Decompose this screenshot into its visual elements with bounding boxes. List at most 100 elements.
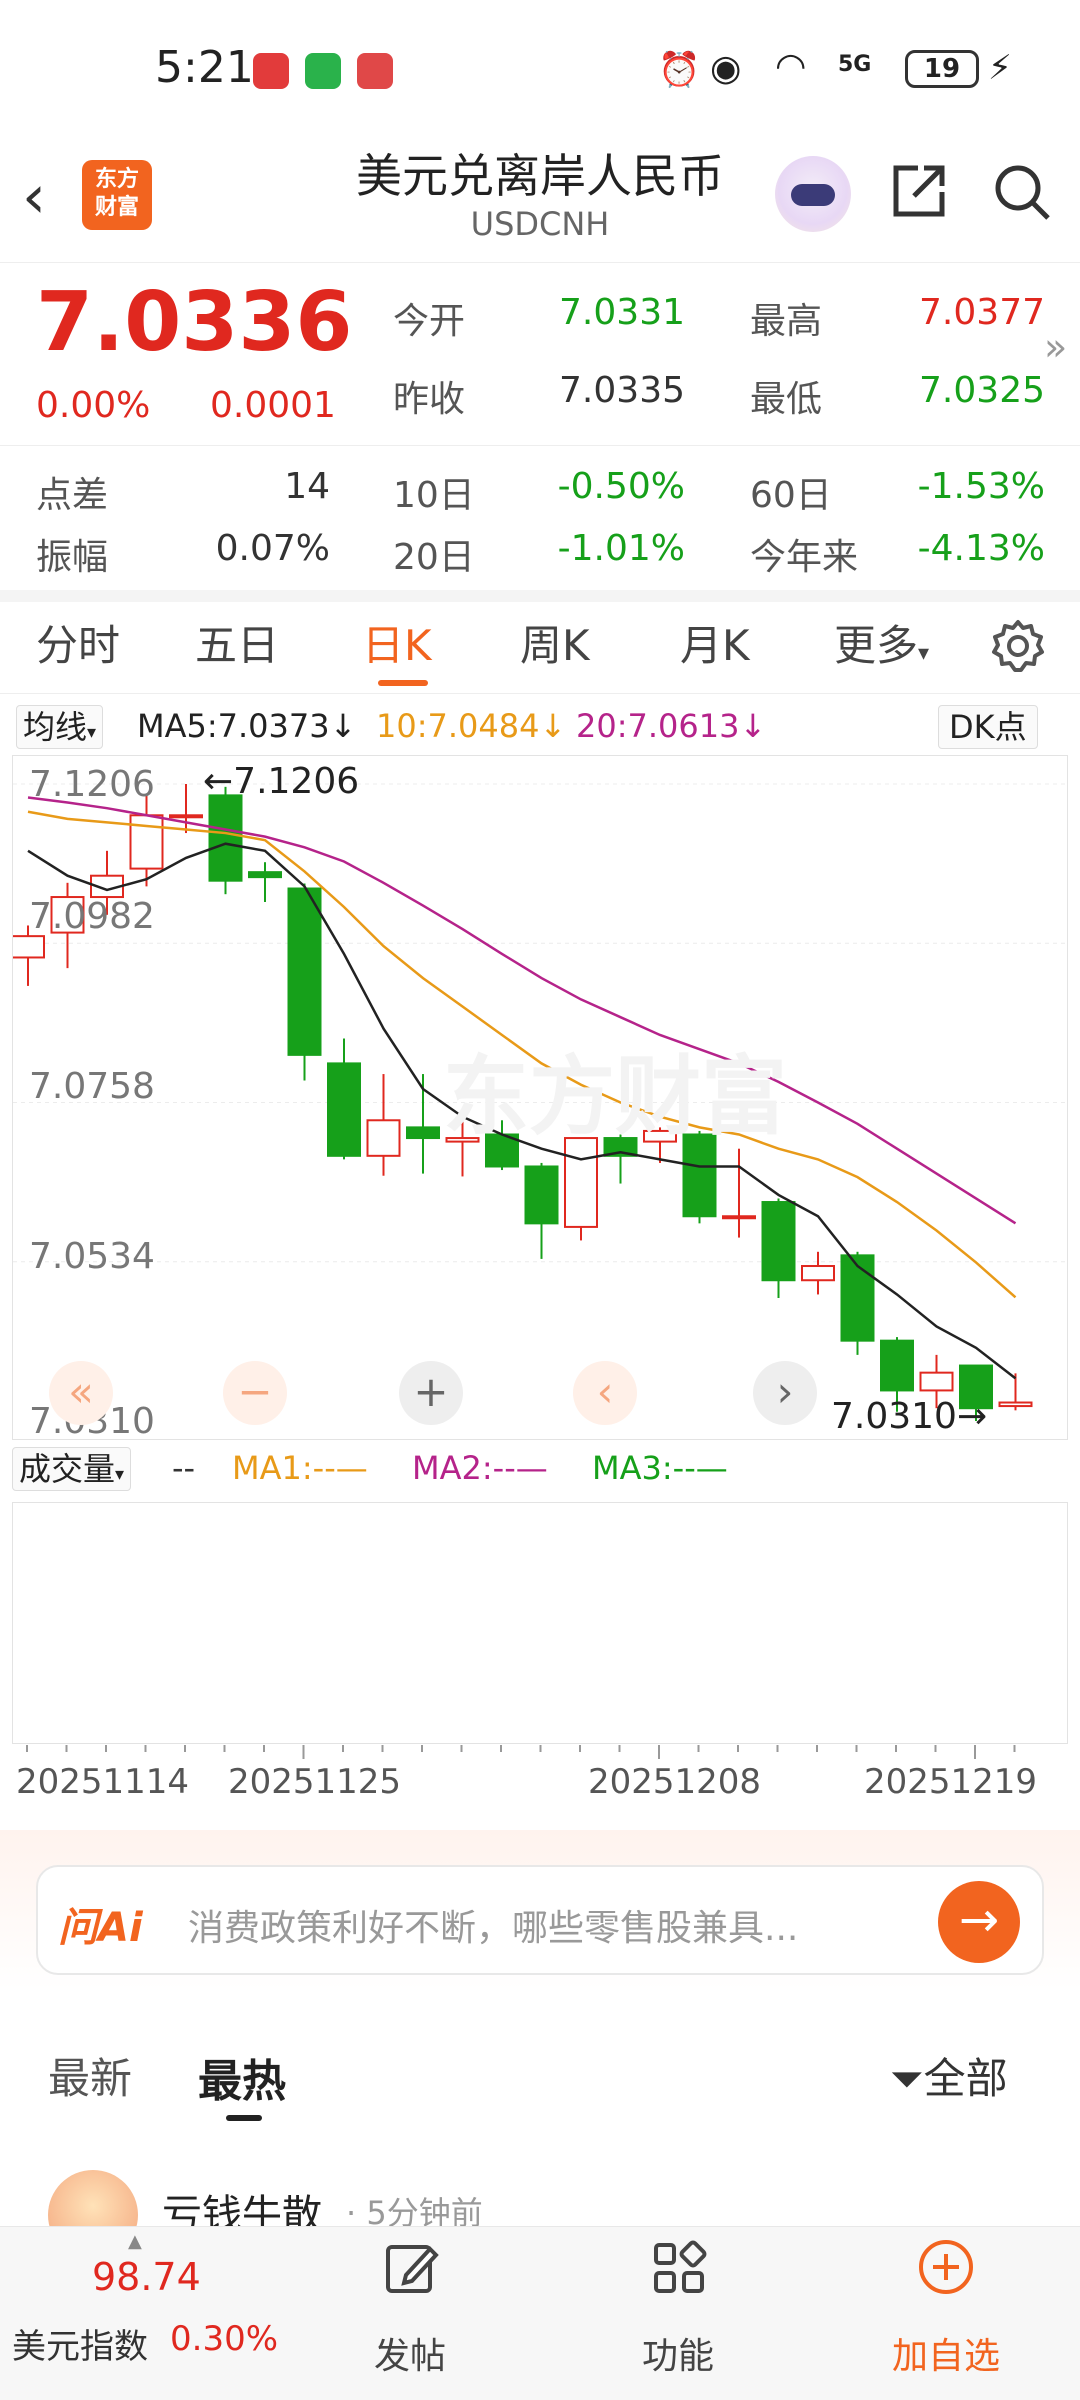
ytd-value: -4.13% [917,528,1045,569]
dropdown-arrow-icon: ▾ [87,722,97,743]
watermark: 东方财富 [443,1047,787,1147]
volume-ma2: MA2:--— [412,1449,548,1487]
zoom-out-icon[interactable]: − [223,1361,287,1425]
nav-post-label[interactable]: 发帖 [330,2327,490,2379]
ten-day-label: 10日 [393,475,475,516]
zoom-in-icon[interactable]: + [399,1361,463,1425]
scroll-left-icon[interactable]: ‹ [573,1361,637,1425]
candlestick-chart[interactable]: 东方财富 7.1206 7.0982 7.0758 7.0534 7.0310 … [12,755,1069,1442]
x-tick-label: 20251219 [864,1762,1038,1802]
functions-grid-icon[interactable] [650,2239,708,2297]
tab-weekly-k[interactable]: 周K [520,612,590,673]
high-label: 最高 [750,301,823,342]
divider [0,445,1080,446]
candle-body [13,935,45,959]
tab-intraday[interactable]: 分时 [36,612,120,673]
amplitude-value: 0.07% [215,528,330,569]
change-amount: 0.0001 [210,385,336,426]
min-price-annotation: 7.0310→ [831,1396,988,1437]
volume-chart[interactable] [12,1502,1068,1744]
volume-value: -- [172,1449,196,1487]
y-tick-label: 7.1206 [29,764,155,805]
section-gap [0,590,1080,602]
dxy-name[interactable]: 美元指数 [12,2319,148,2368]
chevron-down-icon: ▾ [918,641,930,666]
prev-close-label: 昨收 [393,379,466,420]
x-tick-marks [26,1745,1016,1759]
settings-gear-icon[interactable] [990,618,1046,674]
change-percent: 0.00% [36,385,151,426]
max-price-annotation: ←7.1206 [203,761,360,802]
twenty-day-value: -1.01% [557,528,685,569]
spread-label: 点差 [36,475,109,516]
scroll-right-icon[interactable]: › [753,1361,817,1425]
dk-point-toggle[interactable]: DK点 [938,705,1038,749]
page-title: 美元兑离岸人民币 [356,149,724,203]
prev-close-value: 7.0335 [559,370,685,411]
volume-ma1: MA1:--— [232,1449,368,1487]
x-tick-label: 20251208 [588,1762,762,1802]
indicator-selector[interactable]: 均线▾ [16,705,104,749]
caret-up-icon: ▲ [128,2231,142,2252]
divider [0,262,1080,263]
expand-chevron-icon[interactable]: » [1044,325,1067,369]
hotspot-icon: ◉ [710,48,742,89]
compose-post-icon[interactable] [382,2239,440,2297]
filter-icon: ⏷ [890,2054,924,2103]
x-tick-label: 20251125 [228,1762,402,1802]
candle-body [998,1401,1033,1408]
ma20-line [27,796,1017,1225]
open-value: 7.0331 [559,292,685,333]
battery-icon: 19 [905,50,979,88]
ai-search-bar[interactable]: 问Ai 消费政策利好不断，哪些零售股兼具... → [36,1865,1044,1975]
divider [0,693,1080,694]
candle-body [287,887,322,1056]
candle-body [366,1119,401,1157]
candle-body [129,814,164,870]
spread-value: 14 [284,466,330,507]
candle-body [761,1201,796,1282]
candle-body [840,1254,875,1342]
dxy-change: 0.30% [170,2319,279,2359]
y-tick-label: 7.0534 [29,1236,155,1277]
tab-daily-k[interactable]: 日K [362,612,432,673]
candle-body [406,1126,440,1140]
active-tab-indicator [378,680,428,686]
sixty-day-value: -1.53% [917,466,1045,507]
candle-body [208,794,243,882]
candle-body [564,1137,598,1228]
tab-more[interactable]: 更多▾ [834,612,929,673]
x-tick-label: 20251114 [16,1762,190,1802]
tab-five-day[interactable]: 五日 [195,612,279,673]
low-label: 最低 [750,379,823,420]
charging-icon: ⚡ [988,48,1012,88]
scroll-left-fast-icon[interactable]: « [49,1361,113,1425]
candle-body [722,1215,756,1220]
y-tick-label: 7.0982 [29,896,155,937]
wechat-app-icon [305,53,341,89]
open-label: 今开 [393,301,466,342]
volume-ma3: MA3:--— [592,1449,728,1487]
add-watchlist-icon[interactable] [916,2237,976,2297]
tab-monthly-k[interactable]: 月K [680,612,750,673]
x-axis-ticks [12,1744,1068,1759]
nav-add-watch-label[interactable]: 加自选 [866,2327,1026,2379]
feed-active-indicator [226,2115,262,2121]
status-bar: 5:21 ⏰ ◉ ◠ 5G 19 ⚡ [0,0,1080,130]
feed-filter-button[interactable]: ⏷全部 [890,2045,1008,2106]
dxy-value[interactable]: 98.74 [92,2255,201,2299]
volume-selector[interactable]: 成交量▾ [12,1447,132,1491]
y-tick-label: 7.0758 [29,1066,155,1107]
ai-search-input[interactable]: 消费政策利好不断，哪些零售股兼具... [188,1899,798,1951]
feed-tab-hot[interactable]: 最热 [198,2045,286,2109]
ai-brand-label: 问Ai [58,1905,143,1951]
alarm-icon: ⏰ [658,50,701,90]
dropdown-arrow-icon: ▾ [115,1464,125,1485]
page-subtitle: USDCNH [470,205,610,243]
feed-tab-latest[interactable]: 最新 [48,2045,132,2106]
twenty-day-label: 20日 [393,537,475,578]
ai-submit-arrow-icon[interactable]: → [938,1881,1020,1963]
candle-body [169,814,203,819]
nav-functions-label[interactable]: 功能 [598,2327,758,2379]
ma5-legend: MA5:7.0373↓ [137,707,357,745]
